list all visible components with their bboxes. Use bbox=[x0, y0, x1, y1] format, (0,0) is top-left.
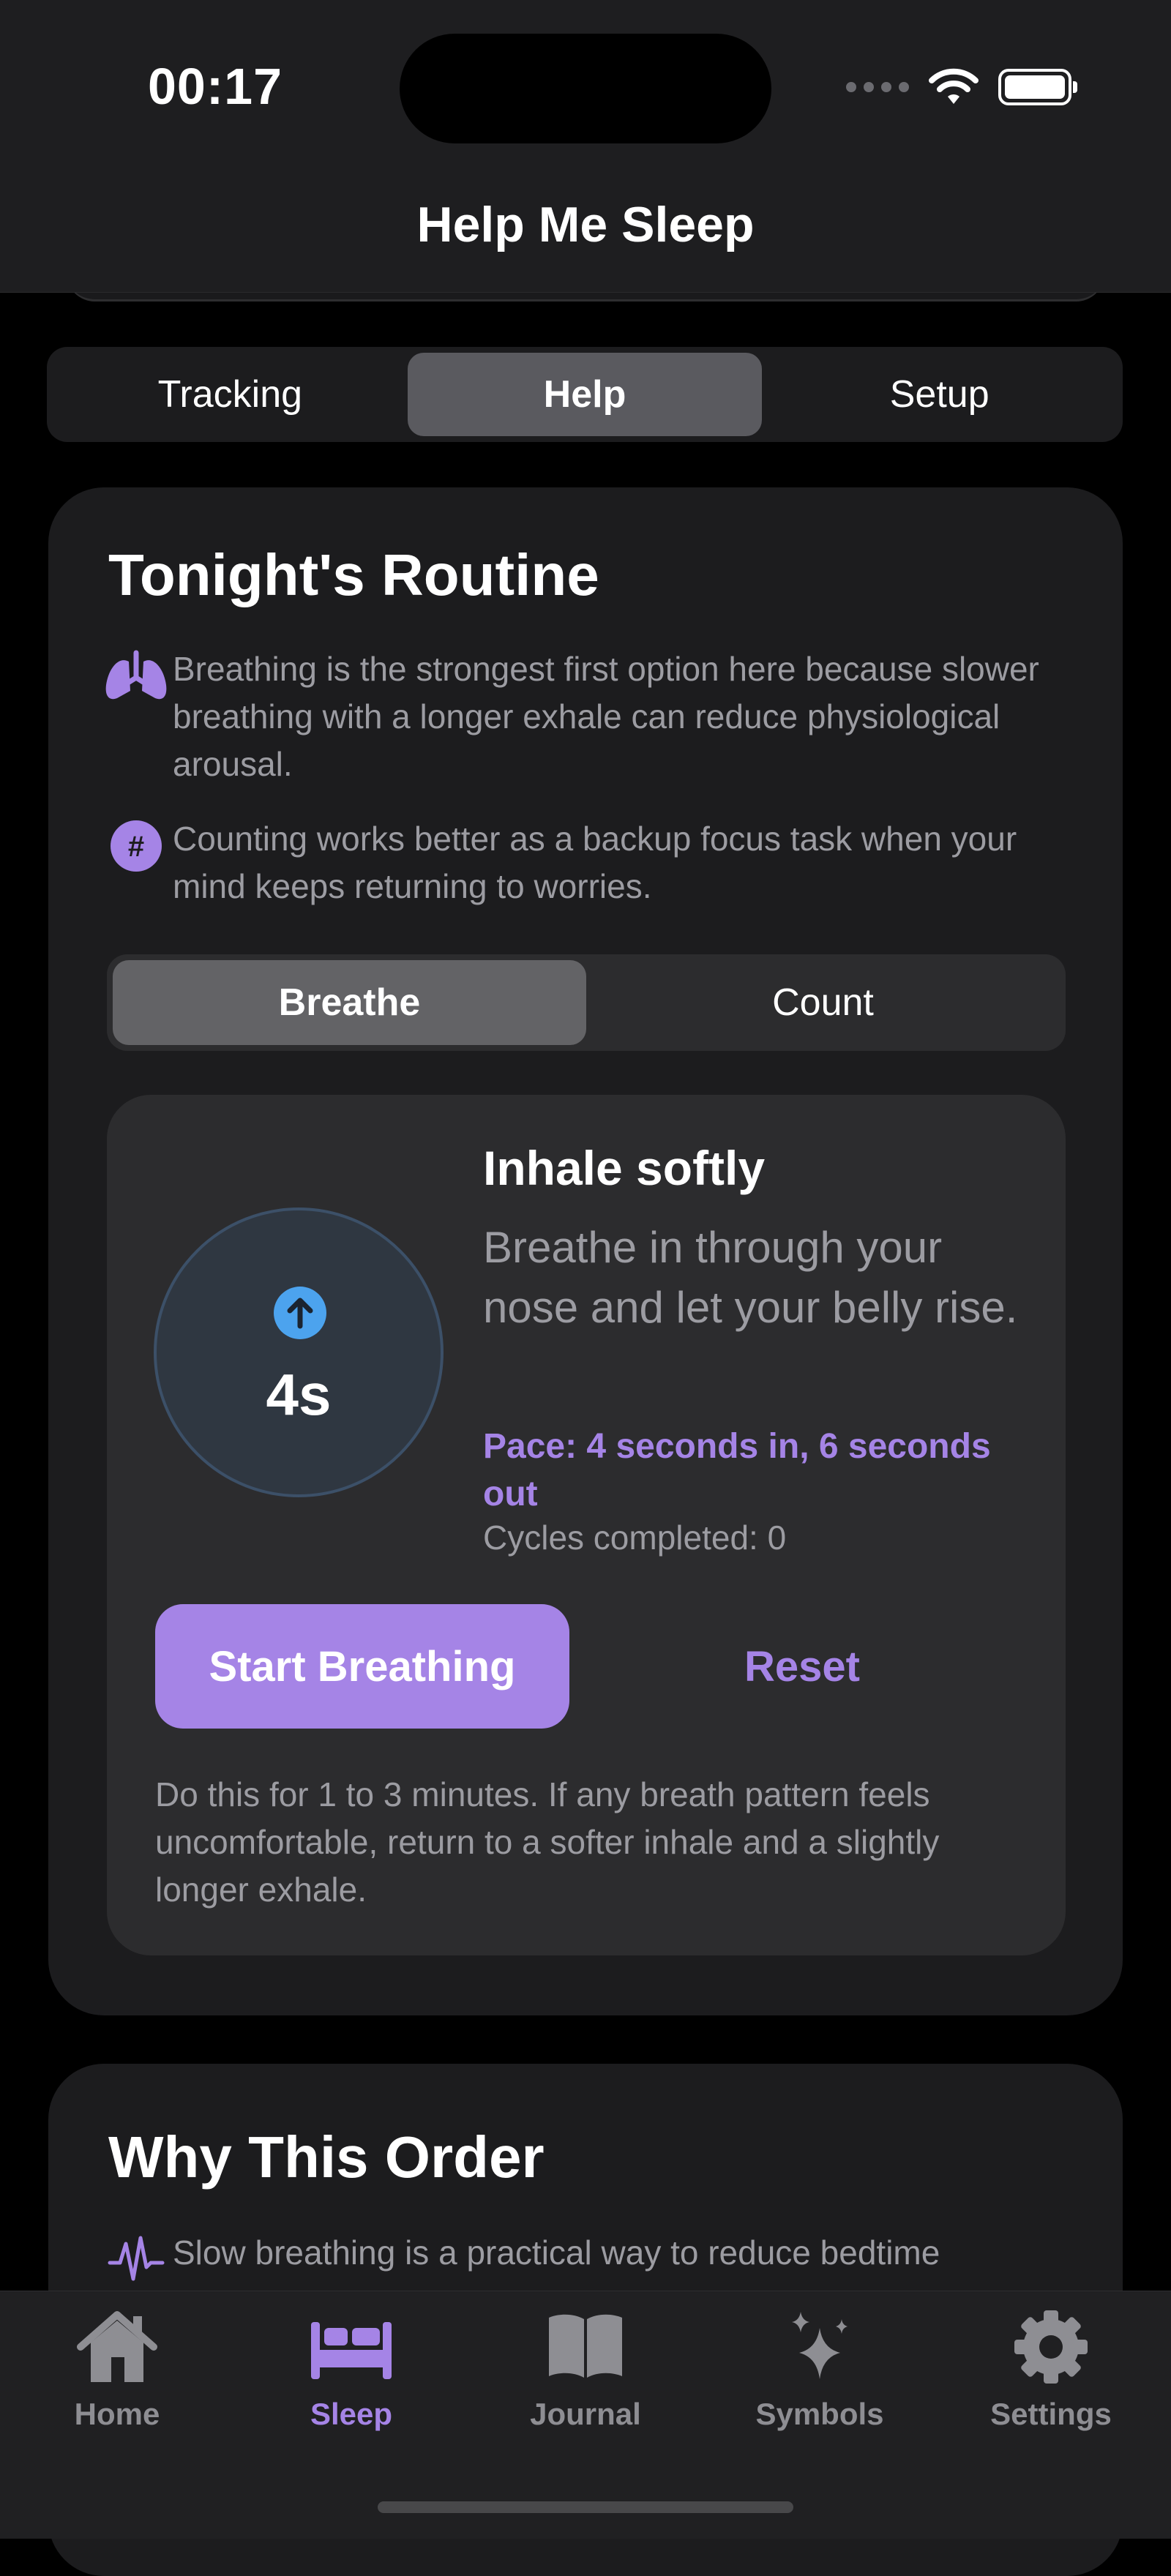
breathing-panel: 4s Inhale softly Breathe in through your… bbox=[107, 1095, 1066, 1955]
pace-text: Pace: 4 seconds in, 6 seconds out bbox=[483, 1427, 991, 1513]
home-indicator bbox=[378, 2501, 793, 2513]
routine-title: Tonight's Routine bbox=[108, 542, 599, 607]
info-row-counting: # Counting works better as a backup focu… bbox=[100, 815, 1095, 910]
phase-title: Inhale softly bbox=[483, 1141, 766, 1195]
number-icon: # bbox=[111, 820, 162, 872]
waveform-icon bbox=[108, 2236, 165, 2281]
tabbar-item-symbols[interactable]: Symbols bbox=[710, 2306, 929, 2432]
house-icon bbox=[77, 2311, 157, 2382]
gear-icon bbox=[1014, 2310, 1088, 2384]
tab-breathe[interactable]: Breathe bbox=[113, 960, 586, 1045]
navigation-bar: 00:17 Help Me Sleep bbox=[0, 0, 1171, 293]
mode-segmented-control: Breathe Count bbox=[107, 954, 1066, 1051]
why-text-first: Slow breathing is a practical way to red… bbox=[173, 2234, 940, 2272]
lungs-icon bbox=[105, 650, 167, 700]
status-indicators bbox=[846, 67, 1077, 107]
info-row-breathing: Breathing is the strongest first option … bbox=[100, 645, 1095, 788]
why-row-first: Slow breathing is a practical way to red… bbox=[100, 2229, 1095, 2286]
countdown-value: 4s bbox=[266, 1362, 332, 1427]
battery-icon bbox=[998, 69, 1077, 105]
tabbar-item-home[interactable]: Home bbox=[7, 2306, 227, 2432]
tab-tracking[interactable]: Tracking bbox=[53, 353, 408, 436]
page-title: Help Me Sleep bbox=[416, 197, 755, 252]
dynamic-island bbox=[400, 34, 771, 143]
tab-count[interactable]: Count bbox=[586, 960, 1060, 1045]
tabbar-label-home: Home bbox=[74, 2397, 160, 2431]
tabbar-item-settings[interactable]: Settings bbox=[941, 2306, 1161, 2432]
breathing-note: Do this for 1 to 3 minutes. If any breat… bbox=[155, 1775, 940, 1909]
status-time: 00:17 bbox=[148, 58, 283, 115]
phase-description: Breathe in through your nose and let you… bbox=[483, 1223, 1018, 1332]
cellular-signal-icon bbox=[846, 82, 909, 92]
tabbar-label-settings: Settings bbox=[990, 2397, 1112, 2431]
why-title: Why This Order bbox=[108, 2124, 545, 2190]
sparkles-icon bbox=[792, 2312, 848, 2379]
tabbar-item-sleep[interactable]: Sleep bbox=[242, 2306, 461, 2432]
tabbar-item-journal[interactable]: Journal bbox=[476, 2306, 695, 2432]
info-text-breathing: Breathing is the strongest first option … bbox=[173, 650, 1039, 783]
wifi-icon bbox=[929, 68, 979, 104]
bed-icon bbox=[311, 2322, 392, 2379]
tab-help[interactable]: Help bbox=[407, 353, 763, 436]
book-icon bbox=[549, 2314, 622, 2378]
arrow-up-icon bbox=[274, 1287, 326, 1339]
info-text-counting: Counting works better as a backup focus … bbox=[173, 820, 1017, 905]
start-breathing-button[interactable]: Start Breathing bbox=[155, 1604, 569, 1729]
breathing-circle: 4s bbox=[154, 1208, 444, 1497]
tabbar-label-sleep: Sleep bbox=[310, 2397, 393, 2431]
tabbar-label-symbols: Symbols bbox=[755, 2397, 884, 2431]
reset-button[interactable]: Reset bbox=[692, 1604, 912, 1729]
main-segmented-control: Tracking Help Setup bbox=[47, 347, 1123, 442]
tabbar-label-journal: Journal bbox=[530, 2397, 641, 2431]
cycles-counter: Cycles completed: 0 bbox=[483, 1519, 787, 1557]
tab-setup[interactable]: Setup bbox=[762, 353, 1117, 436]
routine-card: Tonight's Routine Breathing is the stron… bbox=[48, 487, 1123, 2015]
svg-text:#: # bbox=[128, 831, 144, 863]
